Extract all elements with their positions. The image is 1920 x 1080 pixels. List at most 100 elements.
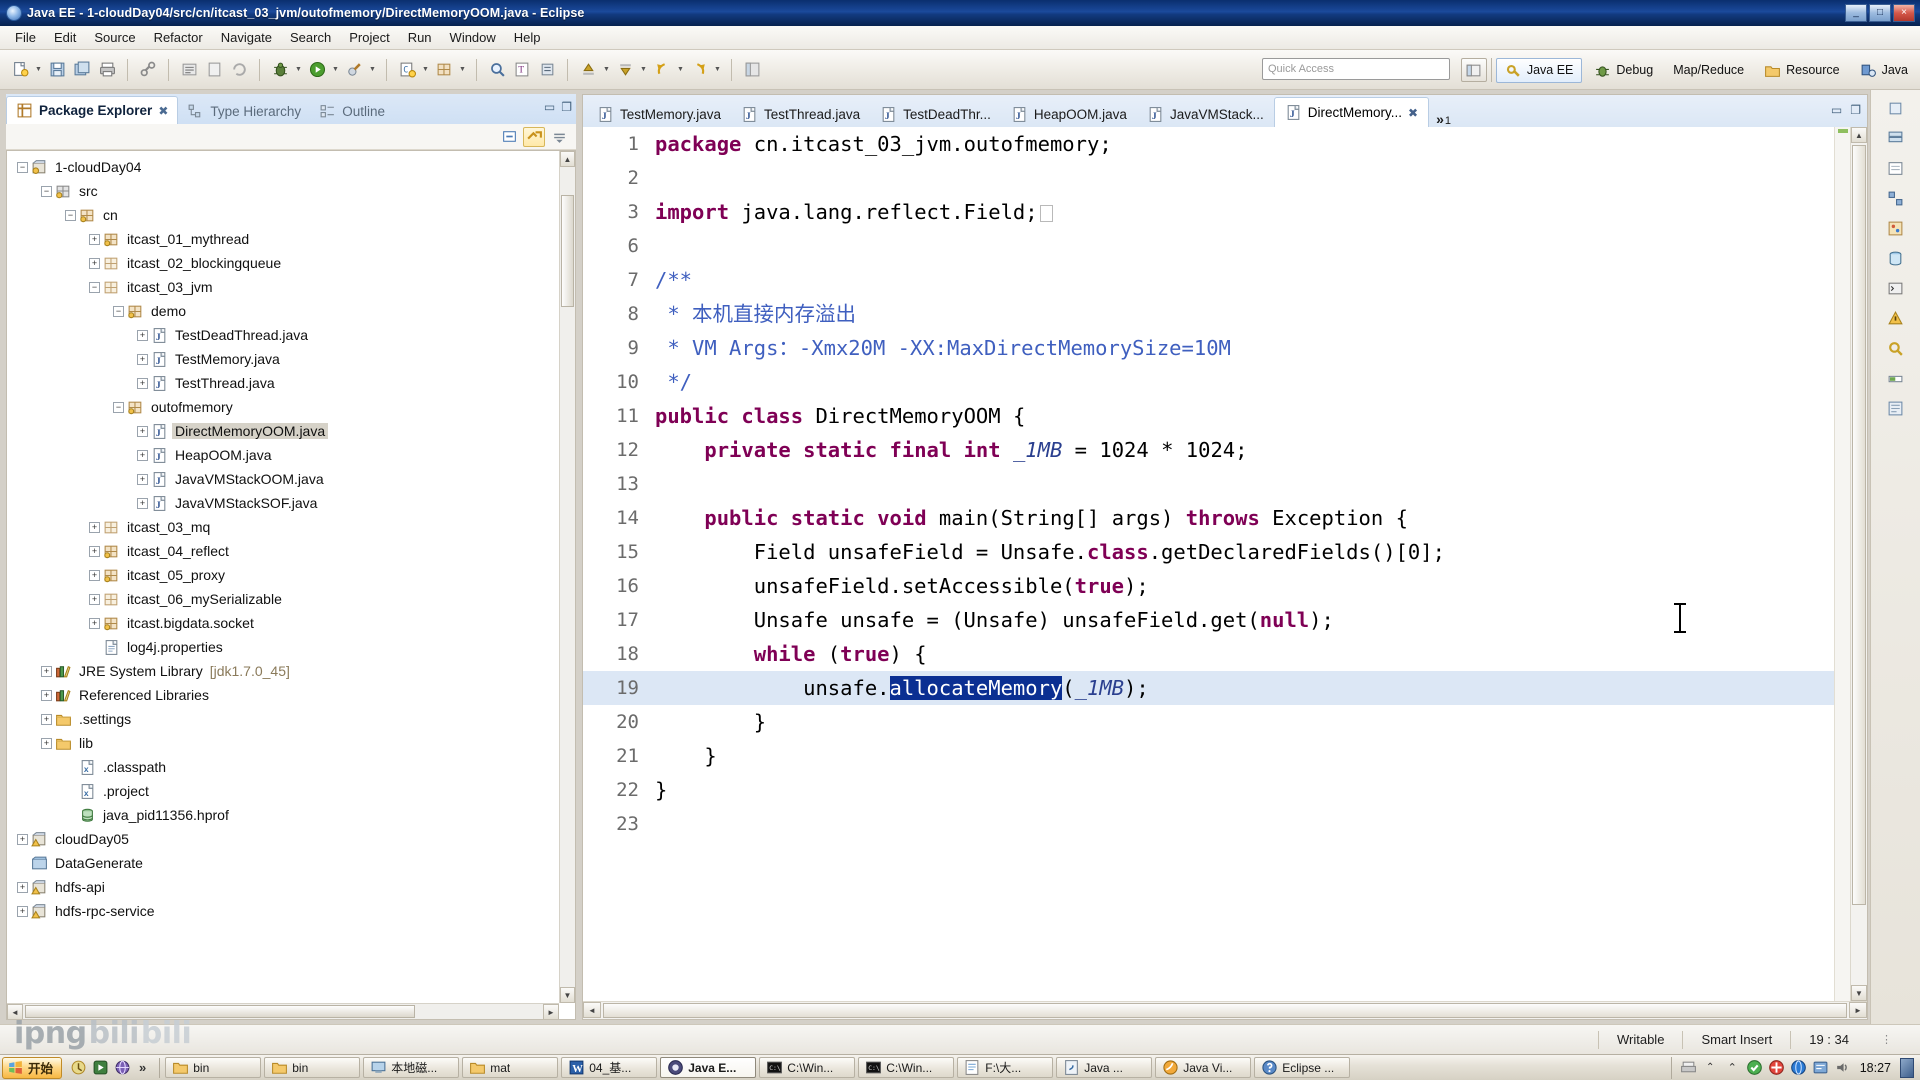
taskbar-item[interactable]: Java E...	[660, 1057, 757, 1078]
code-line[interactable]: 1 package cn.itcast_03_jvm.outofmemory;	[583, 127, 1834, 161]
menu-navigate[interactable]: Navigate	[212, 27, 281, 48]
collapse-icon[interactable]: −	[89, 281, 100, 293]
tray-overflow-icon[interactable]: ⌃	[1702, 1059, 1719, 1076]
expand-icon[interactable]: +	[137, 449, 148, 461]
menu-project[interactable]: Project	[340, 27, 398, 48]
restore-icon[interactable]	[1883, 96, 1909, 120]
expand-icon[interactable]: +	[17, 833, 28, 845]
editor-vscroll-thumb[interactable]	[1852, 145, 1866, 905]
expand-icon[interactable]: +	[137, 497, 148, 509]
taskbar-item[interactable]: W 04_基...	[561, 1057, 658, 1078]
show-desktop-icon[interactable]	[69, 1058, 88, 1077]
editor-tab[interactable]: J HeapOOM.java	[1001, 101, 1137, 127]
collapse-icon[interactable]: −	[17, 161, 28, 173]
code-line[interactable]: 16 unsafeField.setAccessible(true);	[583, 569, 1834, 603]
tree-item[interactable]: + J TestDeadThread.java	[7, 323, 559, 347]
close-icon[interactable]: ✖	[1408, 106, 1418, 120]
snippets-view-icon[interactable]	[1883, 186, 1909, 210]
quick-access-input[interactable]: Quick Access	[1262, 58, 1450, 80]
maximize-view-icon[interactable]: ❐	[561, 100, 572, 114]
expand-icon[interactable]: +	[137, 425, 148, 437]
expand-icon[interactable]: +	[89, 233, 100, 245]
code-line[interactable]: 23	[583, 807, 1834, 841]
tree-item[interactable]: − demo	[7, 299, 559, 323]
tray-action-center-icon[interactable]: ⌃	[1724, 1059, 1741, 1076]
save-button[interactable]	[45, 58, 69, 82]
next-annotation-button[interactable]	[613, 58, 637, 82]
outline-view-icon[interactable]	[1883, 156, 1909, 180]
taskbar-item[interactable]: Eclipse ...	[1254, 1057, 1351, 1078]
overview-ruler[interactable]	[1834, 127, 1850, 1001]
expand-icon[interactable]: +	[89, 257, 100, 269]
console-view-icon[interactable]	[1883, 276, 1909, 300]
code-line[interactable]: 15 Field unsafeField = Unsafe.class.getD…	[583, 535, 1834, 569]
tree-item[interactable]: + J JavaVMStackOOM.java	[7, 467, 559, 491]
menu-edit[interactable]: Edit	[45, 27, 85, 48]
tree-item[interactable]: java_pid11356.hprof	[7, 803, 559, 827]
media-player-icon[interactable]	[91, 1058, 110, 1077]
tray-antivirus-icon[interactable]	[1746, 1059, 1763, 1076]
taskbar-item[interactable]: C:\ C:\Win...	[759, 1057, 856, 1078]
code-line[interactable]: 12 private static final int _1MB = 1024 …	[583, 433, 1834, 467]
expand-icon[interactable]: +	[41, 713, 52, 725]
maximize-editor-icon[interactable]: ❐	[1850, 103, 1861, 117]
tree-item[interactable]: − src	[7, 179, 559, 203]
scroll-down-icon[interactable]: ▼	[560, 987, 575, 1003]
code-line[interactable]: 7 /**	[583, 263, 1834, 297]
expand-icon[interactable]: +	[89, 521, 100, 533]
project-tree[interactable]: −1-cloudDay04− src − cn + itcast_01_mythread +…	[6, 150, 576, 1020]
new-dropdown-arrow[interactable]: ▼	[33, 58, 44, 82]
forward-button[interactable]	[687, 58, 711, 82]
quick-launch-overflow[interactable]: »	[135, 1060, 150, 1075]
expand-icon[interactable]: +	[137, 473, 148, 485]
taskbar-item[interactable]: bin	[264, 1057, 361, 1078]
scroll-left-icon[interactable]: ◄	[583, 1002, 601, 1018]
code-line[interactable]: 3 import java.lang.reflect.Field;	[583, 195, 1834, 229]
external-tools-dropdown-arrow[interactable]: ▼	[367, 58, 378, 82]
tree-item[interactable]: + J TestThread.java	[7, 371, 559, 395]
tree-item[interactable]: + itcast_04_reflect	[7, 539, 559, 563]
menu-run[interactable]: Run	[399, 27, 441, 48]
external-tools-button[interactable]	[342, 58, 366, 82]
problems-view-icon[interactable]	[1883, 306, 1909, 330]
code-line[interactable]: 9 * VM Args：-Xmx20M -XX:MaxDirectMemoryS…	[583, 331, 1834, 365]
expand-icon[interactable]: +	[41, 665, 52, 677]
progress-view-icon[interactable]	[1883, 366, 1909, 390]
expand-icon[interactable]: +	[137, 353, 148, 365]
debug-dropdown-arrow[interactable]: ▼	[293, 58, 304, 82]
taskbar-item[interactable]: Java Vi...	[1155, 1057, 1252, 1078]
code-line[interactable]: 11 public class DirectMemoryOOM {	[583, 399, 1834, 433]
tree-vertical-scrollbar[interactable]: ▲ ▼	[559, 151, 575, 1003]
expand-icon[interactable]: +	[17, 881, 28, 893]
view-tab-package-explorer[interactable]: Package Explorer ✖	[6, 96, 179, 124]
tree-item[interactable]: + cloudDay05	[7, 827, 559, 851]
save-all-button[interactable]	[70, 58, 94, 82]
expand-icon[interactable]: +	[89, 617, 100, 629]
expand-icon[interactable]: +	[89, 545, 100, 557]
minimize-editor-icon[interactable]: ▭	[1831, 103, 1842, 117]
tree-item[interactable]: + J HeapOOM.java	[7, 443, 559, 467]
editor-tab[interactable]: J TestThread.java	[731, 101, 870, 127]
menu-source[interactable]: Source	[85, 27, 144, 48]
run-button[interactable]	[305, 58, 329, 82]
menu-help[interactable]: Help	[505, 27, 550, 48]
collapse-icon[interactable]: −	[65, 209, 76, 221]
editor-horizontal-scrollbar[interactable]: ◄ ►	[583, 1001, 1867, 1019]
tree-item[interactable]: + J JavaVMStackSOF.java	[7, 491, 559, 515]
scroll-up-icon[interactable]: ▲	[1851, 127, 1867, 143]
minimize-button[interactable]: _	[1845, 4, 1867, 22]
link-with-editor-button[interactable]	[523, 126, 545, 147]
code-line[interactable]: 21 }	[583, 739, 1834, 773]
tree-item[interactable]: + hdfs-api	[7, 875, 559, 899]
code-line[interactable]: 18 while (true) {	[583, 637, 1834, 671]
tree-item[interactable]: − outofmemory	[7, 395, 559, 419]
menu-window[interactable]: Window	[441, 27, 505, 48]
collapse-all-button[interactable]	[498, 127, 520, 147]
new-java-class-dropdown-arrow[interactable]: ▼	[420, 58, 431, 82]
perspective-java[interactable]: Java	[1852, 59, 1916, 82]
previous-annotation-arrow[interactable]: ▼	[601, 58, 612, 82]
open-perspective-small-button[interactable]	[740, 58, 764, 82]
code-line[interactable]: 8 * 本机直接内存溢出	[583, 297, 1834, 331]
maximize-button[interactable]: □	[1869, 4, 1891, 22]
scroll-down-icon[interactable]: ▼	[1851, 985, 1867, 1001]
